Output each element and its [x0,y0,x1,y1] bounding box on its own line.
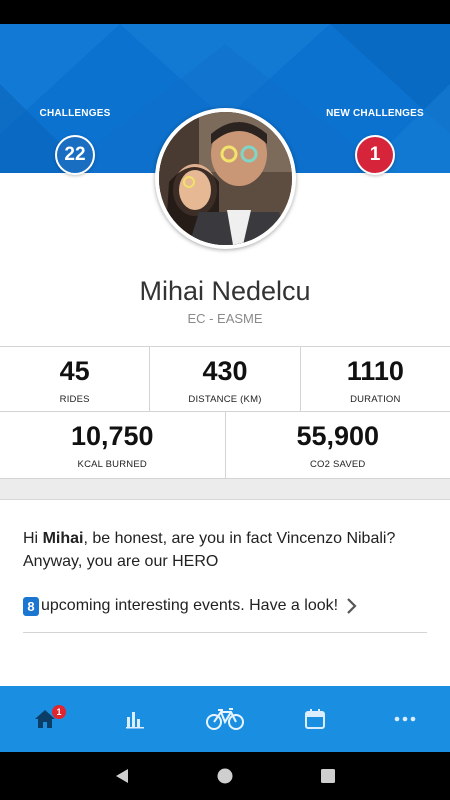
system-navigation-bar [0,752,450,800]
tab-home[interactable]: 1 [0,686,90,752]
stat-kcal-label: KCAL BURNED [77,459,147,470]
stat-duration-label: DURATION [350,394,401,405]
stats-grid: 45 RIDES 430 DISTANCE (KM) 1110 DURATION… [0,346,450,479]
new-challenges-count-badge[interactable]: 1 [355,135,395,175]
stat-duration: 1110 DURATION [301,347,450,411]
events-text: upcoming interesting events. Have a look… [41,597,339,614]
back-icon[interactable] [113,767,131,785]
chevron-right-icon [346,596,360,616]
bike-icon [206,708,244,730]
message-greeting: Hi [23,530,43,547]
avatar-photo [159,112,292,245]
events-count-badge: 8 [23,596,39,616]
calendar-icon [305,709,325,729]
stats-row-2: 10,750 KCAL BURNED 55,900 CO2 SAVED [0,412,450,479]
status-bar [0,0,450,24]
tab-ride[interactable] [180,686,270,752]
stat-rides-value: 45 [59,356,90,386]
upcoming-events-link[interactable]: 8 upcoming interesting events. Have a lo… [23,594,423,618]
home-circle-icon[interactable] [216,767,234,785]
stat-rides: 45 RIDES [0,347,151,411]
stats-row-1: 45 RIDES 430 DISTANCE (KM) 1110 DURATION [0,347,450,412]
events-divider [23,632,427,633]
stat-kcal: 10,750 KCAL BURNED [0,412,226,478]
more-icon [394,716,416,722]
profile-name: Mihai Nedelcu [139,276,311,306]
new-challenges-counter[interactable]: NEW CHALLENGES 1 [320,108,430,175]
message-user: Mihai [42,530,84,547]
recents-icon[interactable] [319,767,337,785]
tab-calendar[interactable] [270,686,360,752]
stat-distance-label: DISTANCE (KM) [188,394,262,405]
stat-co2-label: CO2 SAVED [310,459,366,470]
challenges-counter[interactable]: CHALLENGES 22 [20,108,130,175]
section-separator [0,479,450,500]
new-challenges-label: NEW CHALLENGES [326,108,424,119]
bottom-tab-bar: 1 [0,686,450,752]
hero-message: Hi Mihai, be honest, are you in fact Vin… [23,527,443,573]
stat-distance-value: 430 [202,356,248,386]
challenges-label: CHALLENGES [39,108,111,119]
stat-rides-label: RIDES [59,394,90,405]
profile-organization: EC - EASME [187,311,263,326]
stat-co2: 55,900 CO2 SAVED [226,412,450,478]
stat-kcal-value: 10,750 [70,421,154,451]
stat-distance: 430 DISTANCE (KM) [150,347,301,411]
tab-stats[interactable] [90,686,180,752]
stats-icon [126,712,144,729]
tab-more[interactable] [360,686,450,752]
avatar[interactable] [155,108,296,249]
stat-co2-value: 55,900 [296,421,380,451]
stat-duration-value: 1110 [346,356,404,386]
challenges-count-badge[interactable]: 22 [55,135,95,175]
home-notification-badge: 1 [52,705,66,719]
